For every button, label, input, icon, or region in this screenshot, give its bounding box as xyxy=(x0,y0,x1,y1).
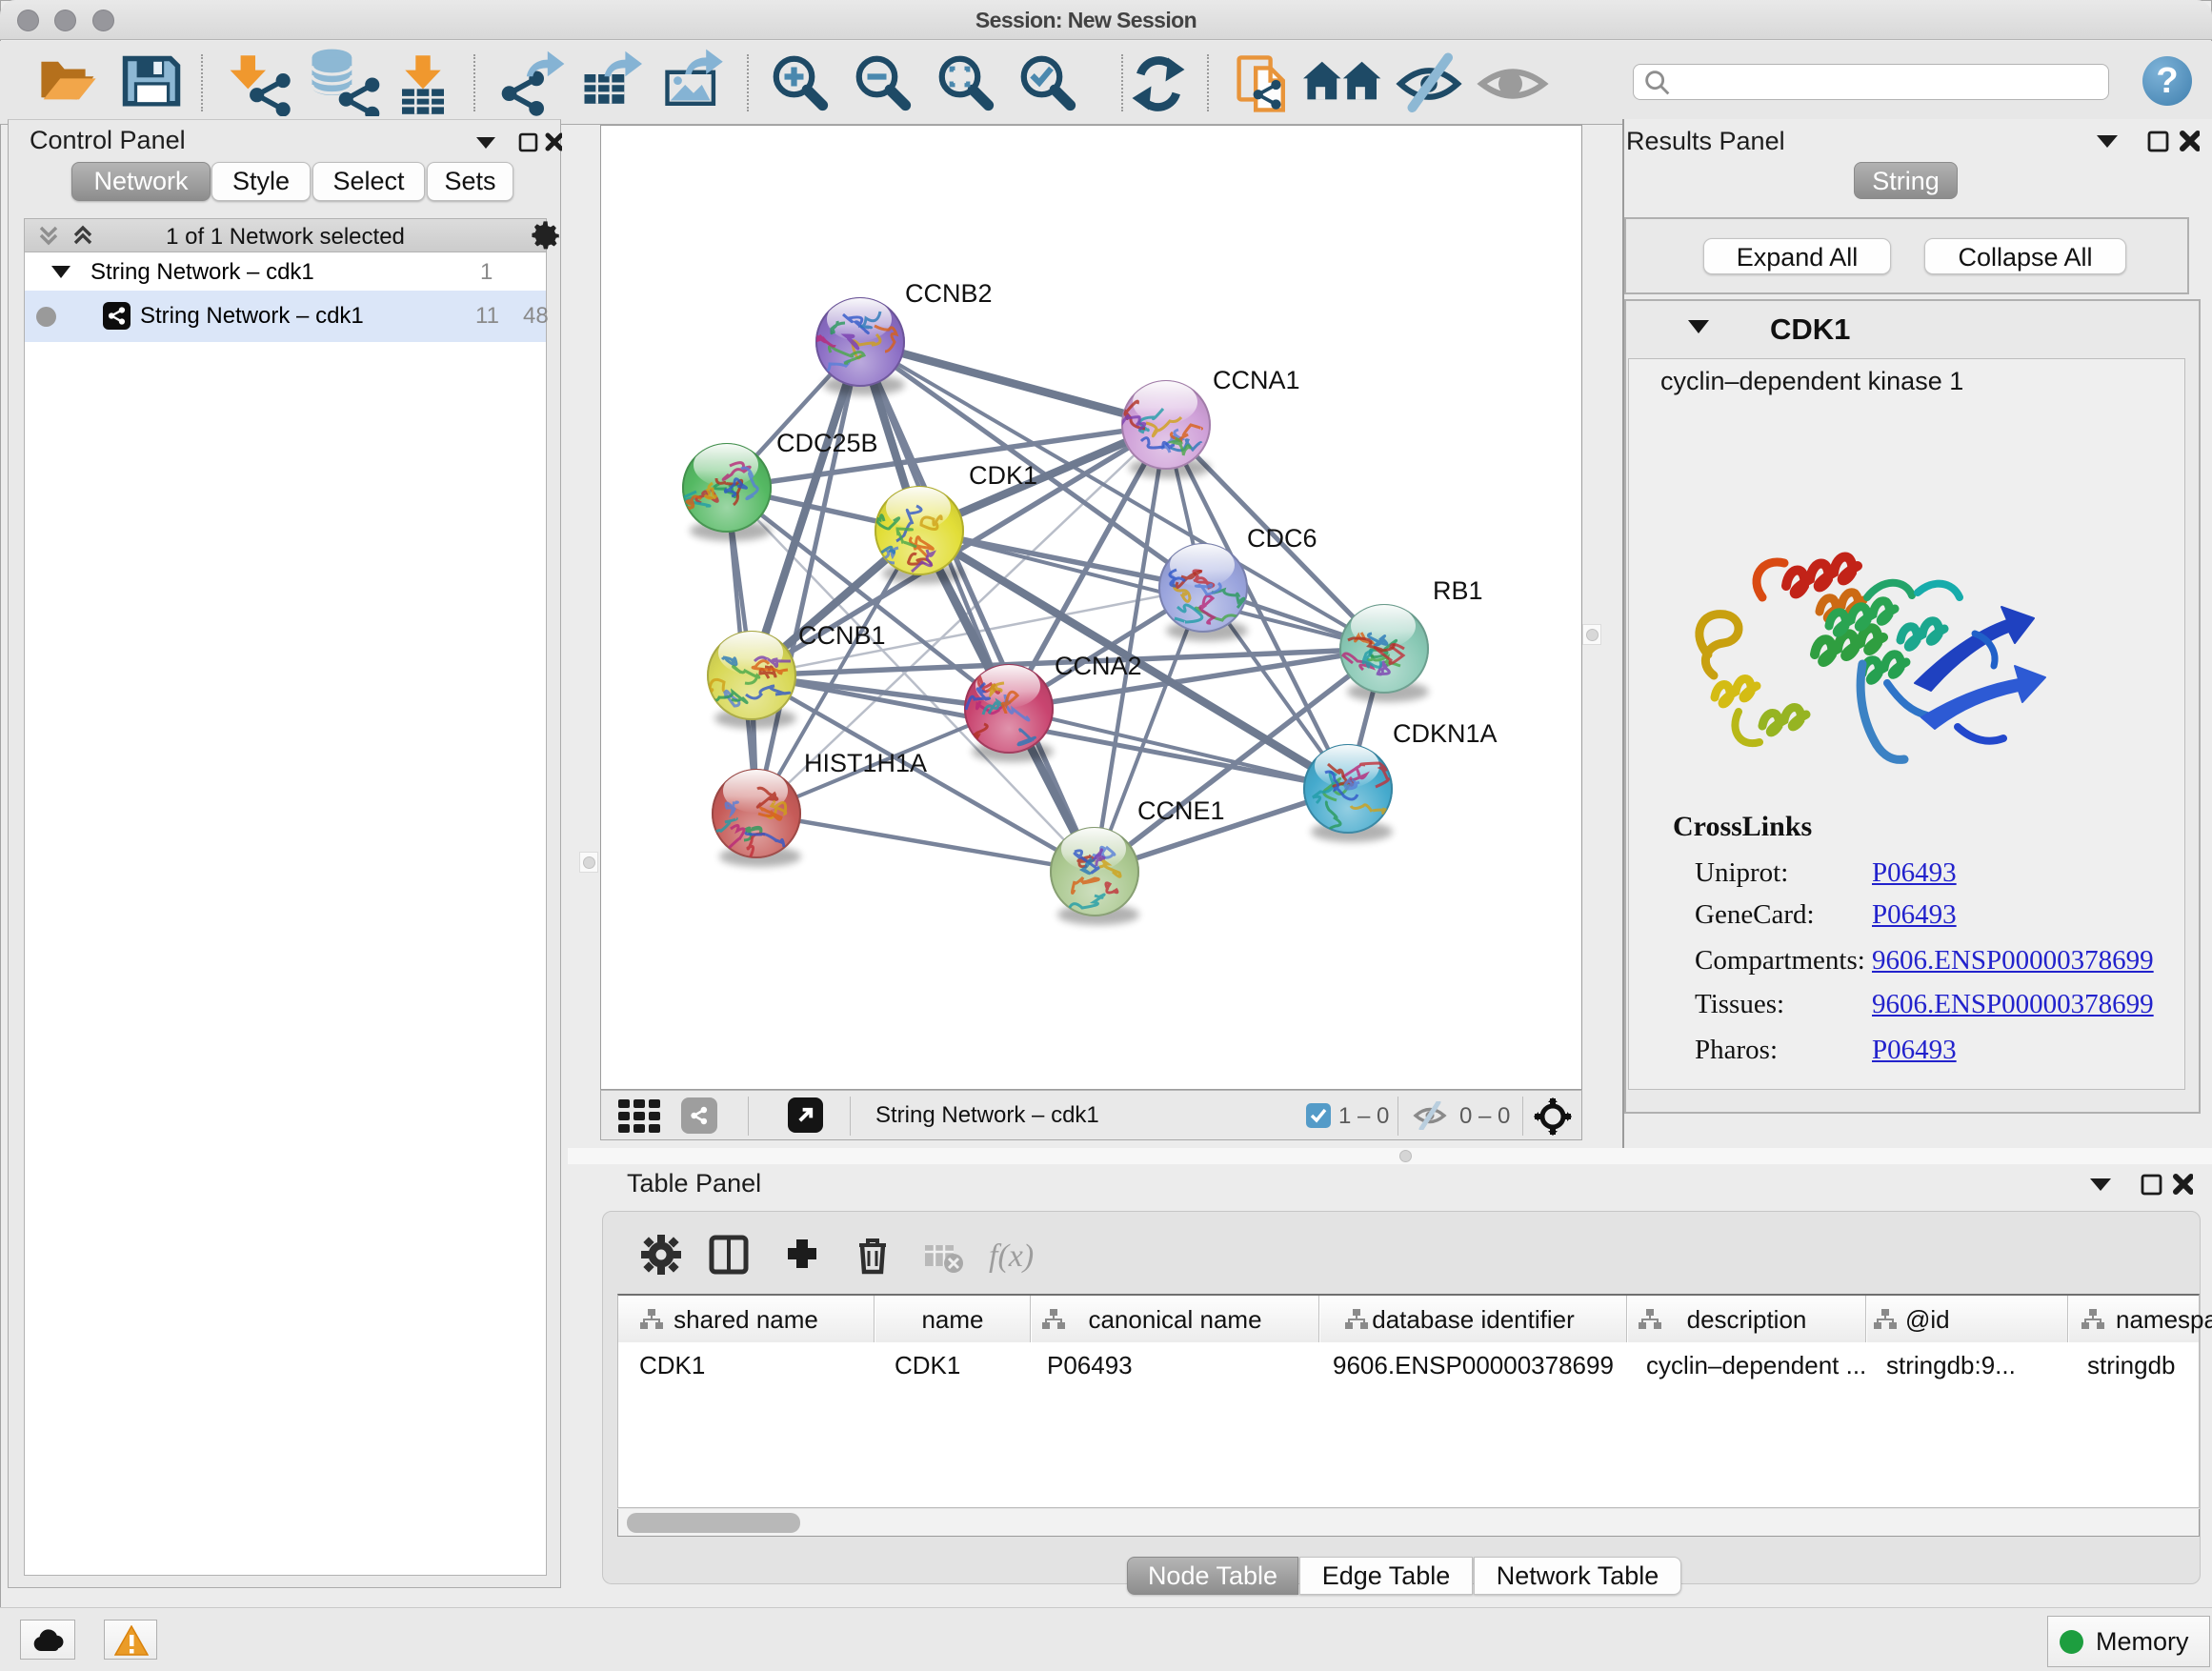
svg-text:CDKN1A: CDKN1A xyxy=(1393,719,1498,748)
svg-text:CDK1: CDK1 xyxy=(969,461,1037,490)
svg-text:CCNB1: CCNB1 xyxy=(798,621,886,650)
svg-text:CCNA1: CCNA1 xyxy=(1213,366,1300,394)
svg-text:CDC25B: CDC25B xyxy=(776,429,878,457)
svg-text:HIST1H1A: HIST1H1A xyxy=(804,749,927,777)
svg-text:CDC6: CDC6 xyxy=(1247,524,1317,553)
svg-text:RB1: RB1 xyxy=(1433,576,1483,605)
svg-text:CCNA2: CCNA2 xyxy=(1055,652,1142,680)
svg-text:f(x): f(x) xyxy=(989,1238,1034,1274)
svg-text:CCNB2: CCNB2 xyxy=(905,279,993,308)
svg-text:CCNE1: CCNE1 xyxy=(1137,796,1225,825)
